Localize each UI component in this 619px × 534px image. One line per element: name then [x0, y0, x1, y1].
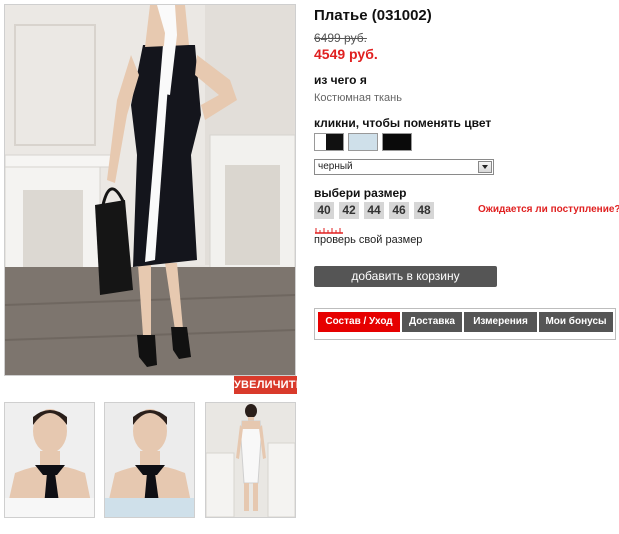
color-label: кликни, чтобы поменять цвет	[314, 116, 492, 130]
size-option-40[interactable]: 40	[314, 202, 334, 219]
size-label: выбери размер	[314, 186, 407, 200]
product-title: Платье (031002)	[314, 7, 432, 24]
tab-measurements[interactable]: Измерения	[464, 312, 537, 332]
thumbnail-front-closeup-white[interactable]	[104, 402, 195, 518]
new-price: 4549 руб.	[314, 46, 378, 62]
add-to-cart-button[interactable]: добавить в корзину	[314, 266, 497, 287]
restock-inquiry-link[interactable]: Ожидается ли поступление?	[478, 204, 619, 215]
ruler-icon	[315, 228, 343, 234]
info-tabs: Состав / Уход Доставка Измерения Мои бон…	[314, 308, 616, 340]
size-option-48[interactable]: 48	[414, 202, 434, 219]
swatch-black[interactable]	[382, 133, 412, 151]
swatch-black-white[interactable]	[314, 133, 344, 151]
swatch-light-blue[interactable]	[348, 133, 378, 151]
tab-delivery[interactable]: Доставка	[402, 312, 462, 332]
thumbnail-front-closeup-black[interactable]	[4, 402, 95, 518]
color-select-value: черный	[318, 161, 353, 172]
material-value: Костюмная ткань	[314, 92, 402, 104]
dress-model-illustration	[5, 5, 295, 375]
main-product-photo[interactable]	[4, 4, 296, 376]
color-select[interactable]: черный	[314, 159, 494, 175]
tab-my-bonuses[interactable]: Мои бонусы	[539, 312, 613, 332]
size-option-46[interactable]: 46	[389, 202, 409, 219]
thumbnail-image	[5, 403, 94, 517]
size-guide-link[interactable]: проверь свой размер	[314, 234, 422, 246]
old-price: 6499 руб.	[314, 31, 367, 45]
size-option-44[interactable]: 44	[364, 202, 384, 219]
thumbnail-image	[206, 403, 295, 517]
zoom-button[interactable]: УВЕЛИЧИТЬ	[234, 376, 304, 394]
tab-composition-care[interactable]: Состав / Уход	[318, 312, 400, 332]
thumbnail-image	[105, 403, 194, 517]
chevron-down-icon[interactable]	[478, 161, 492, 173]
material-label: из чего я	[314, 73, 367, 87]
size-option-42[interactable]: 42	[339, 202, 359, 219]
thumbnail-back-view[interactable]	[205, 402, 296, 518]
